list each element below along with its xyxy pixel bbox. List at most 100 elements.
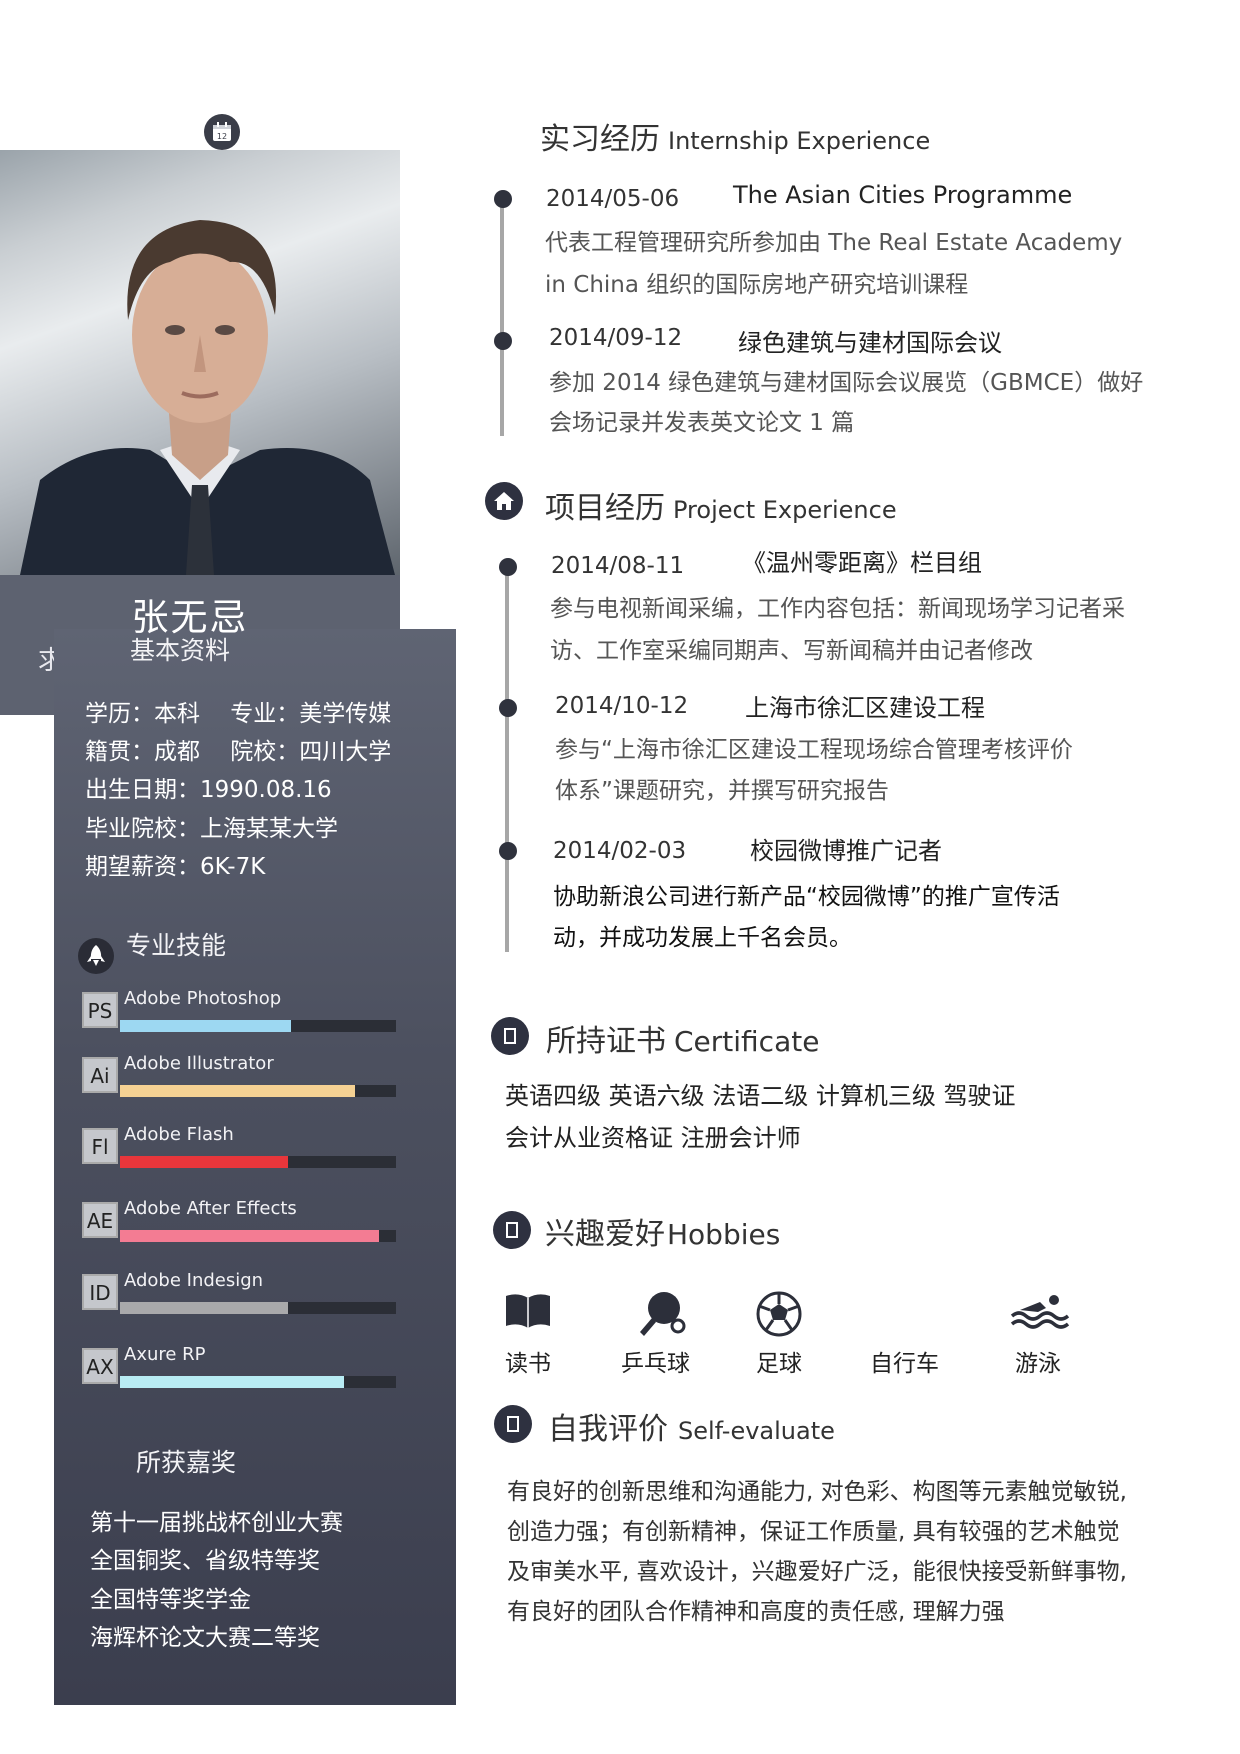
ping-pong-icon (600, 1290, 720, 1338)
timeline-dot (499, 699, 517, 717)
certificate-line: 英语四级 英语六级 法语二级 计算机三级 驾驶证 (505, 1082, 1016, 1110)
skill-bar (120, 1376, 396, 1388)
self-evaluate-line: 有良好的团队合作精神和高度的责任感, 理解力强 (507, 1599, 1005, 1625)
skill-bar-fill (120, 1230, 380, 1242)
section-title-cn: 兴趣爱好 (545, 1217, 665, 1252)
certificate-line: 会计从业资格证 注册会计师 (505, 1124, 801, 1152)
certificate-title: 所持证书 Certificate (546, 1016, 819, 1060)
timeline-line (505, 562, 509, 952)
skill-badge: AE (82, 1202, 118, 1238)
skill-badge: Fl (82, 1128, 118, 1164)
award-line: 全国特等奖学金 (90, 1587, 251, 1613)
skill-label: Adobe Photoshop (124, 988, 282, 1009)
swimming-icon (980, 1290, 1100, 1334)
self-evaluate-line: 有良好的创新思维和沟通能力, 对色彩、构图等元素触觉敏锐, (507, 1479, 1127, 1505)
info-line: 毕业院校：上海某某大学 (85, 816, 338, 842)
hobby-label: 读书 (505, 1351, 551, 1377)
timeline-line (500, 198, 504, 436)
hobby-label: 足球 (756, 1351, 802, 1377)
info-line: 籍贯：成都 院校：四川大学 (85, 739, 392, 765)
hobby-label: 自行车 (870, 1351, 939, 1377)
awards-title: 所获嘉奖 (136, 1448, 237, 1477)
internship-title: 实习经历 Internship Experience (540, 114, 930, 158)
item-desc-line: 参加 2014 绿色建筑与建材国际会议展览（GBMCE）做好 (549, 370, 1144, 396)
skill-bar (120, 1302, 396, 1314)
item-date: 2014/09-12 (549, 325, 683, 351)
skill-label: Adobe Indesign (124, 1270, 264, 1291)
item-date: 2014/10-12 (555, 693, 689, 719)
self-evaluate-line: 及审美水平, 喜欢设计，兴趣爱好广泛，能很快接受新鲜事物, (507, 1559, 1127, 1585)
skill-bar (120, 1085, 396, 1097)
hobbies-icon (493, 1211, 531, 1249)
section-title-en: Hobbies (667, 1218, 781, 1251)
football-icon (719, 1290, 839, 1338)
bicycle-icon (844, 1290, 964, 1330)
item-desc-line: 访、工作室采编同期声、写新闻稿并由记者修改 (550, 638, 1033, 664)
item-title: 绿色建筑与建材国际会议 (738, 329, 1002, 357)
skills-title: 专业技能 (126, 931, 227, 960)
skill-row: AE Adobe After Effects (82, 1198, 400, 1252)
item-desc-line: 协助新浪公司进行新产品“校园微博”的推广宣传活 (553, 884, 1060, 910)
skill-row: AX Axure RP (82, 1344, 400, 1398)
profile-photo (0, 150, 400, 575)
skill-label: Adobe Flash (124, 1124, 234, 1145)
hobby-label: 游泳 (1015, 1351, 1061, 1377)
section-title-cn: 自我评价 (548, 1412, 668, 1447)
info-line: 学历：本科 专业：美学传媒 (85, 701, 392, 727)
svg-text:12: 12 (217, 132, 227, 141)
item-title: 《温州零距离》栏目组 (742, 549, 982, 577)
skill-badge: PS (82, 992, 118, 1028)
item-desc-line: 参与电视新闻采编，工作内容包括：新闻现场学习记者采 (550, 596, 1125, 622)
home-icon (485, 482, 523, 520)
info-line: 出生日期：1990.08.16 (85, 777, 332, 803)
self-evaluate-title: 自我评价 Self-evaluate (548, 1404, 835, 1448)
item-date: 2014/02-03 (553, 838, 687, 864)
skill-badge: ID (82, 1274, 118, 1310)
skill-row: Ai Adobe Illustrator (82, 1053, 400, 1107)
section-title-en: Project Experience (673, 496, 897, 524)
skill-bar-fill (120, 1302, 289, 1314)
skill-bar-fill (120, 1085, 355, 1097)
timeline-dot (494, 332, 512, 350)
item-desc-line: 代表工程管理研究所参加由 The Real Estate Academy (545, 230, 1123, 256)
skill-bar (120, 1020, 396, 1032)
skill-row: PS Adobe Photoshop (82, 988, 400, 1042)
self-evaluate-line: 创造力强；有创新精神，保证工作质量, 具有较强的艺术触觉 (507, 1519, 1120, 1545)
skill-bar (120, 1230, 396, 1242)
award-line: 全国铜奖、省级特等奖 (90, 1548, 320, 1574)
timeline-dot (494, 190, 512, 208)
section-title-cn: 实习经历 (540, 122, 660, 157)
item-desc-line: 参与“上海市徐汇区建设工程现场综合管理考核评价 (555, 737, 1073, 763)
skill-bar-fill (120, 1020, 292, 1032)
skill-bar-fill (120, 1156, 289, 1168)
skill-badge: AX (82, 1348, 118, 1384)
book-icon (468, 1290, 588, 1330)
award-line: 第十一届挑战杯创业大赛 (90, 1510, 343, 1536)
skill-badge: Ai (82, 1057, 118, 1093)
section-title-en: Self-evaluate (678, 1417, 835, 1445)
section-title-en: Certificate (674, 1025, 820, 1058)
skill-row: Fl Adobe Flash (82, 1124, 400, 1178)
self-evaluate-icon (494, 1405, 532, 1443)
section-title-cn: 所持证书 (546, 1024, 666, 1059)
item-desc-line: 体系”课题研究，并撰写研究报告 (555, 778, 889, 804)
skill-label: Adobe After Effects (124, 1198, 297, 1219)
item-title: The Asian Cities Programme (733, 181, 1073, 209)
hobby-label: 乒乓球 (621, 1351, 690, 1377)
item-date: 2014/08-11 (551, 553, 685, 579)
certificate-icon (491, 1017, 529, 1055)
skill-label: Adobe Illustrator (124, 1053, 274, 1074)
section-title-cn: 项目经历 (545, 491, 665, 526)
item-title: 上海市徐汇区建设工程 (745, 694, 985, 722)
skill-row: ID Adobe Indesign (82, 1270, 400, 1324)
basic-info-title: 基本资料 (130, 636, 231, 665)
timeline-dot (499, 842, 517, 860)
hobbies-title: 兴趣爱好Hobbies (545, 1209, 780, 1253)
item-desc-line: 动，并成功发展上千名会员。 (553, 925, 852, 951)
rocket-icon (78, 938, 114, 974)
project-title: 项目经历 Project Experience (545, 483, 897, 527)
calendar-icon: 12 (204, 114, 240, 150)
section-title-en: Internship Experience (668, 127, 931, 155)
skill-bar-fill (120, 1376, 344, 1388)
timeline-dot (499, 558, 517, 576)
